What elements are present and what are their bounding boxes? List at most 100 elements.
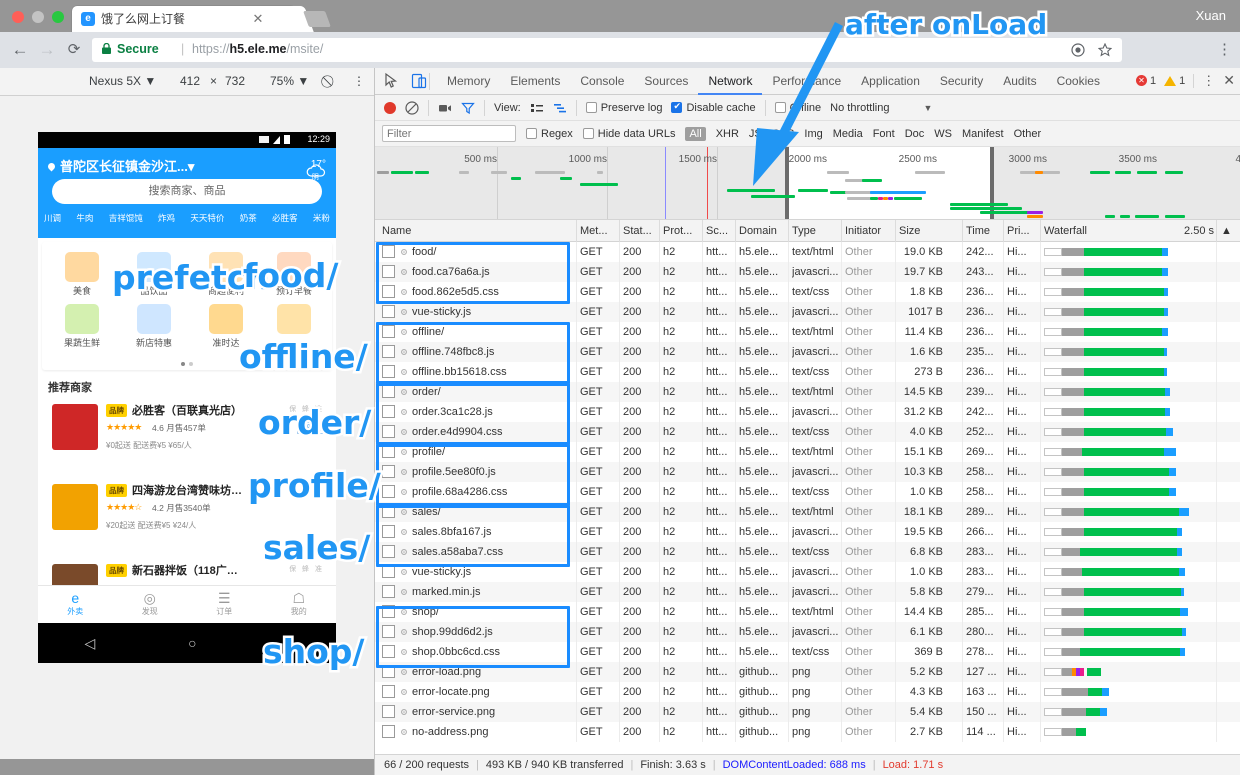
device-height-input[interactable]: 732 (225, 74, 245, 88)
table-row[interactable]: profile.5ee80f0.jsGET200h2htt...h5.ele..… (375, 462, 1240, 482)
tab-takeout[interactable]: e外卖 (38, 586, 113, 623)
tab-network[interactable]: Network (698, 68, 762, 95)
filter-type-js[interactable]: JS (749, 128, 762, 140)
tab-security[interactable]: Security (930, 68, 993, 95)
browser-tab[interactable]: e 饿了么网上订餐 ✕ (72, 6, 296, 32)
filter-type-other[interactable]: Other (1014, 128, 1042, 140)
preserve-log-checkbox[interactable]: Preserve log (586, 102, 663, 114)
quick-category[interactable]: 炸鸡 (158, 212, 175, 224)
offline-checkbox[interactable]: Offline (775, 102, 822, 114)
address-bar[interactable]: Secure | https://h5.ele.me/msite/ (92, 38, 1122, 62)
table-row[interactable]: sales.8bfa167.jsGET200h2htt...h5.ele...j… (375, 522, 1240, 542)
table-row[interactable]: profile.68a4286.cssGET200h2htt...h5.ele.… (375, 482, 1240, 502)
requests-table-body[interactable]: food/GET200h2htt...h5.ele...text/htmlOth… (375, 242, 1240, 747)
table-row[interactable]: vue-sticky.jsGET200h2htt...h5.ele...java… (375, 562, 1240, 582)
category-item[interactable]: 准时达 (190, 304, 262, 349)
star-icon[interactable] (1098, 43, 1112, 57)
checkbox-box[interactable] (586, 102, 597, 113)
table-row[interactable]: error-load.pngGET200h2htt...github...png… (375, 662, 1240, 682)
category-item[interactable]: 品饮品 (118, 252, 190, 297)
column-header-status[interactable]: Stat... (623, 224, 659, 238)
table-row[interactable]: order.e4d9904.cssGET200h2htt...h5.ele...… (375, 422, 1240, 442)
bottom-tab-bar[interactable]: e外卖 ◎发现 ☰订单 ☖我的 (38, 585, 336, 623)
list-view-icon[interactable] (530, 101, 544, 115)
tab-elements[interactable]: Elements (500, 68, 570, 95)
table-row[interactable]: shop.0bbc6cd.cssGET200h2htt...h5.ele...t… (375, 642, 1240, 662)
network-overview-timeline[interactable]: 500 ms 1000 ms 1500 ms 2000 ms 2500 ms 3… (375, 147, 1240, 220)
quick-category[interactable]: 牛肉 (76, 212, 93, 224)
devtools-tabs[interactable]: Memory Elements Console Sources Network … (437, 68, 1110, 95)
table-row[interactable]: no-address.pngGET200h2htt...github...png… (375, 722, 1240, 742)
checkbox-box[interactable] (526, 128, 537, 139)
column-header-waterfall[interactable]: Waterfall (1044, 224, 1104, 238)
column-header-size[interactable]: Size (899, 224, 943, 238)
row-checkbox[interactable] (382, 605, 395, 618)
new-tab-button[interactable] (303, 11, 331, 27)
column-header-time[interactable]: Time (966, 224, 998, 238)
close-window-button[interactable] (12, 11, 24, 23)
location-selector[interactable]: 普陀区长征镇金沙江...▾ (48, 156, 194, 175)
requests-table-header[interactable]: Name Met... Stat... Prot... Sc... Domain… (375, 220, 1240, 242)
device-width-input[interactable]: 412 (180, 74, 200, 88)
filter-type-media[interactable]: Media (833, 128, 863, 140)
warning-count-badge[interactable]: 1 (1164, 75, 1185, 87)
list-item[interactable]: 品牌 四海游龙台湾赞味坊… ★★★★☆ 4.2 月售3540单 ¥20起送 配送… (42, 476, 332, 556)
record-button-icon[interactable] (384, 102, 396, 114)
category-item[interactable] (258, 304, 330, 336)
filter-type-all[interactable]: All (685, 127, 705, 141)
filter-type-img[interactable]: Img (804, 128, 822, 140)
row-checkbox[interactable] (382, 445, 395, 458)
hide-data-urls-checkbox[interactable]: Hide data URLs (583, 128, 676, 140)
table-row[interactable]: offline/GET200h2htt...h5.ele...text/html… (375, 322, 1240, 342)
row-checkbox[interactable] (382, 345, 395, 358)
row-checkbox[interactable] (382, 685, 395, 698)
quick-category[interactable]: 吉祥馄饨 (109, 212, 143, 224)
dot-active[interactable] (181, 362, 185, 366)
table-row[interactable]: offline.748fbc8.jsGET200h2htt...h5.ele..… (375, 342, 1240, 362)
kebab-menu-icon[interactable]: ⋮ (1202, 73, 1215, 89)
row-checkbox[interactable] (382, 245, 395, 258)
row-checkbox[interactable] (382, 485, 395, 498)
tab-cookies[interactable]: Cookies (1047, 68, 1110, 95)
waterfall-view-icon[interactable] (553, 101, 567, 115)
checkbox-box[interactable] (775, 102, 786, 113)
inspect-element-icon[interactable] (383, 72, 401, 90)
tab-discover[interactable]: ◎发现 (113, 586, 188, 623)
row-checkbox[interactable] (382, 265, 395, 278)
table-row[interactable]: order.3ca1c28.jsGET200h2htt...h5.ele...j… (375, 402, 1240, 422)
sort-arrow-icon[interactable]: ▲ (1221, 224, 1235, 238)
table-row[interactable]: error-service.pngGET200h2htt...github...… (375, 702, 1240, 722)
tab-memory[interactable]: Memory (437, 68, 500, 95)
checkbox-box[interactable] (583, 128, 594, 139)
kebab-menu-icon[interactable]: ⋮ (1217, 40, 1232, 58)
row-checkbox[interactable] (382, 725, 395, 738)
tab-application[interactable]: Application (851, 68, 930, 95)
row-checkbox[interactable] (382, 305, 395, 318)
row-checkbox[interactable] (382, 365, 395, 378)
row-checkbox[interactable] (382, 465, 395, 478)
carousel-dots[interactable] (181, 362, 193, 366)
android-nav-bar[interactable]: ◁ ○ (38, 623, 336, 663)
table-row[interactable]: order/GET200h2htt...h5.ele...text/htmlOt… (375, 382, 1240, 402)
tab-orders[interactable]: ☰订单 (187, 586, 262, 623)
filter-type-manifest[interactable]: Manifest (962, 128, 1004, 140)
column-header-domain[interactable]: Domain (739, 224, 787, 238)
filter-type-doc[interactable]: Doc (905, 128, 925, 140)
category-item[interactable]: 果蔬生鲜 (46, 304, 118, 349)
column-header-name[interactable]: Name (382, 224, 532, 238)
circle-home-icon[interactable]: ○ (188, 635, 196, 651)
filter-type-ws[interactable]: WS (934, 128, 952, 140)
kebab-menu-icon[interactable]: ⋮ (353, 74, 365, 88)
error-count-badge[interactable]: ✕1 (1136, 75, 1156, 87)
row-checkbox[interactable] (382, 645, 395, 658)
filter-type-css[interactable]: CSS (772, 128, 795, 140)
disable-cache-checkbox[interactable]: Disable cache (671, 102, 755, 114)
throttling-select[interactable]: No throttling▼ (830, 102, 932, 114)
category-item[interactable]: 预订早餐 (258, 252, 330, 297)
funnel-icon[interactable] (461, 101, 475, 115)
row-checkbox[interactable] (382, 405, 395, 418)
list-item[interactable]: 品牌 必胜客（百联真光店） ★★★★★ 4.6 月售457单 ¥0起送 配送费¥… (42, 396, 332, 476)
arrow-left-icon[interactable]: ← (10, 40, 30, 60)
row-checkbox[interactable] (382, 525, 395, 538)
row-checkbox[interactable] (382, 585, 395, 598)
